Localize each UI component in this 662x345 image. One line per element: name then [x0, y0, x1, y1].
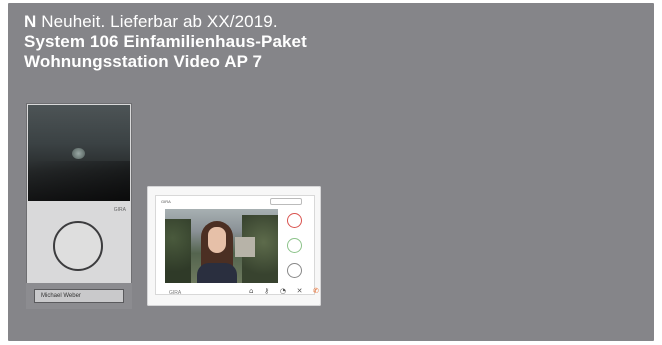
product-title: System 106 Einfamilienhaus-Paket	[24, 32, 307, 51]
person-face	[208, 227, 226, 253]
headline: N Neuheit. Lieferbar ab XX/2019. System …	[24, 12, 307, 72]
indoor-station-brand: GIRA	[169, 290, 182, 296]
name-plate: Michael Weber	[34, 289, 124, 303]
availability-text: Neuheit. Lieferbar ab XX/2019.	[36, 12, 278, 31]
tree-left-icon	[165, 219, 191, 283]
screen-header-button	[270, 198, 302, 205]
door-station-image: GIRA Michael Weber	[26, 103, 132, 309]
phone-icon: ✆	[313, 287, 319, 295]
indoor-station-image: GIRA GIRA ⌂ ⚷ ◔ ✕ ✆	[147, 186, 321, 306]
home-icon: ⌂	[249, 287, 254, 295]
name-plate-text: Michael Weber	[41, 293, 81, 299]
bell-icon: ◔	[279, 287, 286, 295]
door-station-brand: GIRA	[113, 207, 126, 213]
mute-icon: ✕	[296, 287, 303, 295]
indoor-footer-icons: ⌂ ⚷ ◔ ✕ ✆	[249, 286, 319, 296]
phone-accept-icon	[287, 238, 302, 253]
ring-button-icon	[53, 221, 103, 271]
product-subtitle: Wohnungsstation Video AP 7	[24, 52, 263, 71]
indoor-screen: GIRA GIRA ⌂ ⚷ ◔ ✕ ✆	[155, 195, 319, 296]
video-preview	[165, 209, 278, 283]
house-icon	[235, 237, 255, 257]
visitor-person-image	[197, 217, 237, 283]
headline-line-1: N Neuheit. Lieferbar ab XX/2019.	[24, 12, 307, 32]
page: N Neuheit. Lieferbar ab XX/2019. System …	[0, 0, 662, 345]
phone-hangup-icon	[287, 213, 302, 228]
key-icon: ⚷	[264, 287, 270, 295]
new-badge-letter: N	[24, 12, 37, 31]
indoor-side-buttons	[282, 211, 310, 285]
camera-lens-icon	[72, 148, 85, 159]
person-shoulders	[197, 263, 237, 283]
screen-header: GIRA	[161, 199, 171, 204]
key-icon	[287, 263, 302, 278]
